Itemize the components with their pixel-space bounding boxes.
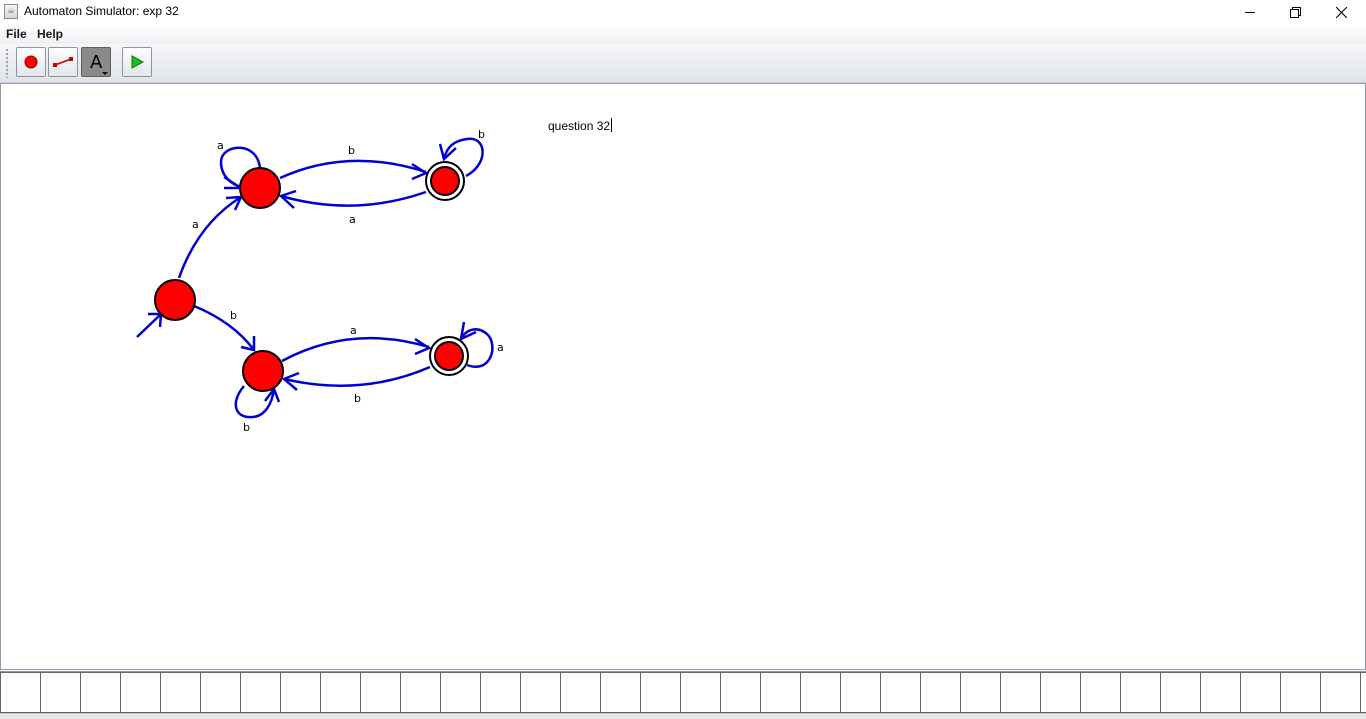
arrow-line-icon — [53, 57, 73, 67]
start-arrow — [136, 314, 161, 338]
tape-cell[interactable] — [121, 672, 161, 713]
tape-cell[interactable] — [761, 672, 801, 713]
state-q0[interactable] — [154, 279, 196, 321]
text-a-icon: A — [90, 52, 108, 75]
tape-cell[interactable] — [241, 672, 281, 713]
state-q2-accepting[interactable] — [425, 161, 465, 201]
automaton-canvas[interactable]: a b b a a b a a b b question 32 — [0, 83, 1366, 670]
add-transition-button[interactable] — [48, 47, 78, 77]
tape-cell[interactable] — [961, 672, 1001, 713]
tape-cell[interactable] — [161, 672, 201, 713]
label-q0-q3: b — [230, 309, 237, 322]
tape-cell[interactable] — [1121, 672, 1161, 713]
tape-cell[interactable] — [921, 672, 961, 713]
tape-cell[interactable] — [481, 672, 521, 713]
arrowhead-q1-q1 — [223, 175, 246, 190]
text-tool-glyph: A — [90, 52, 103, 73]
canvas-note-text[interactable]: question 32 — [548, 118, 613, 133]
label-q0-q1: a — [192, 218, 199, 231]
tape-cell[interactable] — [41, 672, 81, 713]
state-q4-accepting[interactable] — [429, 336, 469, 376]
restore-button[interactable] — [1272, 0, 1318, 24]
run-button[interactable] — [122, 47, 152, 77]
tape-cell[interactable] — [81, 672, 121, 713]
close-button[interactable] — [1318, 0, 1364, 24]
close-icon — [1335, 6, 1347, 18]
label-q1-q2: b — [348, 144, 355, 157]
label-q3-q3: b — [243, 421, 250, 434]
label-q3-q4: a — [350, 324, 357, 337]
tape-cell[interactable] — [881, 672, 921, 713]
arrowhead-q3-q4 — [414, 337, 432, 356]
java-cup-icon: ☕ — [4, 4, 18, 19]
tape-cell[interactable] — [1361, 672, 1366, 713]
tape-cell[interactable] — [1041, 672, 1081, 713]
horizontal-scrollbar[interactable] — [0, 713, 1366, 719]
tape-cell[interactable] — [801, 672, 841, 713]
tape-cell[interactable] — [281, 672, 321, 713]
edge-q4-q3[interactable] — [283, 365, 431, 387]
tape-cell[interactable] — [1321, 672, 1361, 713]
text-tool-button[interactable]: A — [81, 47, 111, 77]
tape-cell[interactable] — [201, 672, 241, 713]
tape-cell[interactable] — [1241, 672, 1281, 713]
automaton-diagram: a b b a a b a a b b — [136, 128, 504, 434]
arrowhead-q1-q2 — [411, 162, 429, 181]
tape-cell[interactable] — [441, 672, 481, 713]
title-bar: ☕ Automaton Simulator: exp 32 — [0, 0, 1366, 24]
red-circle-icon — [24, 55, 38, 69]
tape-cell[interactable] — [1081, 672, 1121, 713]
label-q2-q2: b — [478, 128, 485, 141]
tape-cell[interactable] — [721, 672, 761, 713]
tape-cell[interactable] — [1161, 672, 1201, 713]
tape-cell[interactable] — [841, 672, 881, 713]
toolbar: A — [0, 44, 1366, 83]
toolbar-grip[interactable] — [5, 48, 9, 78]
green-play-icon — [131, 55, 145, 69]
label-q2-q1: a — [349, 213, 356, 226]
tape-cell[interactable] — [1001, 672, 1041, 713]
edge-q0-q3[interactable] — [193, 304, 255, 351]
label-q1-q1: a — [217, 139, 224, 152]
tape-cell[interactable] — [361, 672, 401, 713]
tape-cell[interactable] — [681, 672, 721, 713]
tape-cell[interactable] — [1281, 672, 1321, 713]
menu-bar: File Help — [0, 24, 1366, 44]
note-text: question 32 — [548, 119, 611, 133]
add-state-button[interactable] — [16, 47, 46, 77]
tape-cell[interactable] — [561, 672, 601, 713]
tape-cell[interactable] — [1201, 672, 1241, 713]
tape-cell[interactable] — [0, 672, 41, 713]
minimize-button[interactable] — [1227, 0, 1273, 24]
tape-cell[interactable] — [401, 672, 441, 713]
edge-q3-q4[interactable] — [281, 336, 430, 363]
input-tape — [0, 671, 1366, 714]
tape-cell[interactable] — [521, 672, 561, 713]
tape-cell[interactable] — [601, 672, 641, 713]
text-caret — [611, 118, 613, 132]
window-title: Automaton Simulator: exp 32 — [24, 4, 179, 18]
state-q3[interactable] — [242, 350, 284, 392]
state-q1[interactable] — [239, 167, 281, 209]
label-q4-q4: a — [497, 341, 504, 354]
tape-cell[interactable] — [641, 672, 681, 713]
edge-q1-q2[interactable] — [279, 159, 427, 180]
minimize-icon — [1245, 12, 1255, 13]
menu-file[interactable]: File — [6, 27, 27, 41]
edge-q2-q1[interactable] — [280, 190, 427, 207]
menu-help[interactable]: Help — [37, 27, 63, 41]
tape-cell[interactable] — [321, 672, 361, 713]
label-q4-q3: b — [354, 392, 361, 405]
restore-icon — [1289, 6, 1301, 18]
edge-q0-q1[interactable] — [177, 195, 242, 279]
